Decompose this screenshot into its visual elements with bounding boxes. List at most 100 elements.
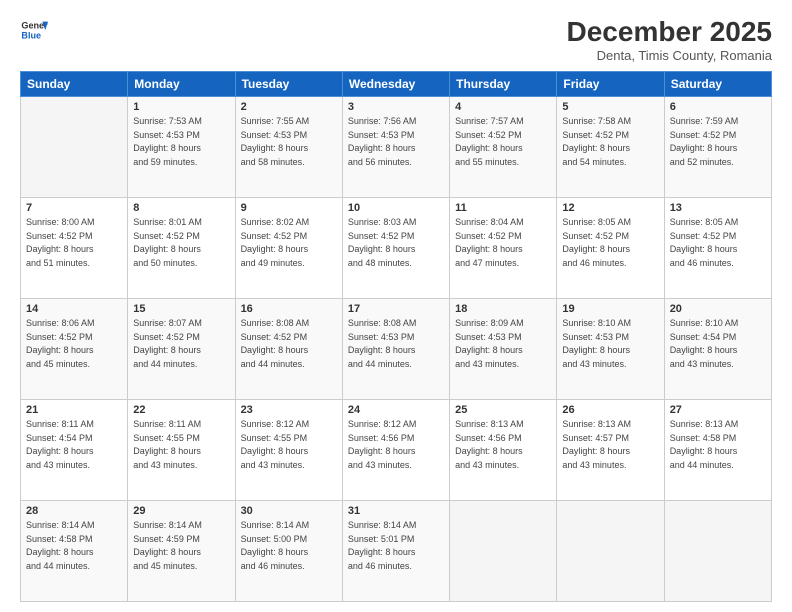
- day-cell: 5 Sunrise: 7:58 AMSunset: 4:52 PMDaylight…: [557, 97, 664, 198]
- day-info: Sunrise: 8:05 AMSunset: 4:52 PMDaylight:…: [562, 216, 658, 270]
- day-cell: 30 Sunrise: 8:14 AMSunset: 5:00 PMDayligh…: [235, 501, 342, 602]
- day-info: Sunrise: 8:14 AMSunset: 5:01 PMDaylight:…: [348, 519, 444, 573]
- week-row-1: 1 Sunrise: 7:53 AMSunset: 4:53 PMDaylight…: [21, 97, 772, 198]
- page: General Blue December 2025 Denta, Timis …: [0, 0, 792, 612]
- day-cell: 8 Sunrise: 8:01 AMSunset: 4:52 PMDaylight…: [128, 198, 235, 299]
- day-cell: 15 Sunrise: 8:07 AMSunset: 4:52 PMDayligh…: [128, 299, 235, 400]
- header-cell-tuesday: Tuesday: [235, 72, 342, 97]
- day-cell: 19 Sunrise: 8:10 AMSunset: 4:53 PMDayligh…: [557, 299, 664, 400]
- day-number: 20: [670, 303, 766, 315]
- header-cell-thursday: Thursday: [450, 72, 557, 97]
- header-cell-saturday: Saturday: [664, 72, 771, 97]
- day-info: Sunrise: 7:53 AMSunset: 4:53 PMDaylight:…: [133, 115, 229, 169]
- day-info: Sunrise: 7:58 AMSunset: 4:52 PMDaylight:…: [562, 115, 658, 169]
- day-number: 9: [241, 202, 337, 214]
- day-cell: 28Sunrise: 8:14 AMSunset: 4:58 PMDayligh…: [21, 501, 128, 602]
- day-info: Sunrise: 8:08 AMSunset: 4:52 PMDaylight:…: [241, 317, 337, 371]
- day-number: 5: [562, 101, 658, 113]
- day-cell: 27 Sunrise: 8:13 AMSunset: 4:58 PMDayligh…: [664, 400, 771, 501]
- day-number: 1: [133, 101, 229, 113]
- logo: General Blue: [20, 16, 48, 44]
- day-number: 18: [455, 303, 551, 315]
- day-cell: 18Sunrise: 8:09 AMSunset: 4:53 PMDayligh…: [450, 299, 557, 400]
- day-info: Sunrise: 8:08 AMSunset: 4:53 PMDaylight:…: [348, 317, 444, 371]
- day-number: 31: [348, 505, 444, 517]
- header-cell-monday: Monday: [128, 72, 235, 97]
- day-info: Sunrise: 8:10 AMSunset: 4:54 PMDaylight:…: [670, 317, 766, 371]
- day-number: 24: [348, 404, 444, 416]
- day-cell: 3 Sunrise: 7:56 AMSunset: 4:53 PMDaylight…: [342, 97, 449, 198]
- day-info: Sunrise: 8:02 AMSunset: 4:52 PMDaylight:…: [241, 216, 337, 270]
- day-cell: 2Sunrise: 7:55 AMSunset: 4:53 PMDaylight…: [235, 97, 342, 198]
- day-number: 26: [562, 404, 658, 416]
- week-row-3: 14 Sunrise: 8:06 AMSunset: 4:52 PMDayligh…: [21, 299, 772, 400]
- day-info: Sunrise: 7:56 AMSunset: 4:53 PMDaylight:…: [348, 115, 444, 169]
- day-info: Sunrise: 8:14 AMSunset: 4:59 PMDaylight:…: [133, 519, 229, 573]
- week-row-4: 21 Sunrise: 8:11 AMSunset: 4:54 PMDayligh…: [21, 400, 772, 501]
- day-number: 28: [26, 505, 122, 517]
- day-number: 15: [133, 303, 229, 315]
- day-info: Sunrise: 8:00 AMSunset: 4:52 PMDaylight:…: [26, 216, 122, 270]
- day-number: 4: [455, 101, 551, 113]
- calendar-body: 1 Sunrise: 7:53 AMSunset: 4:53 PMDaylight…: [21, 97, 772, 602]
- day-number: 25: [455, 404, 551, 416]
- day-number: 16: [241, 303, 337, 315]
- day-cell: 9 Sunrise: 8:02 AMSunset: 4:52 PMDaylight…: [235, 198, 342, 299]
- day-number: 22: [133, 404, 229, 416]
- main-title: December 2025: [567, 16, 772, 48]
- day-number: 7: [26, 202, 122, 214]
- day-info: Sunrise: 8:12 AMSunset: 4:55 PMDaylight:…: [241, 418, 337, 472]
- day-info: Sunrise: 8:13 AMSunset: 4:57 PMDaylight:…: [562, 418, 658, 472]
- day-info: Sunrise: 8:04 AMSunset: 4:52 PMDaylight:…: [455, 216, 551, 270]
- day-info: Sunrise: 8:07 AMSunset: 4:52 PMDaylight:…: [133, 317, 229, 371]
- header-cell-friday: Friday: [557, 72, 664, 97]
- week-row-2: 7 Sunrise: 8:00 AMSunset: 4:52 PMDaylight…: [21, 198, 772, 299]
- day-number: 6: [670, 101, 766, 113]
- day-number: 30: [241, 505, 337, 517]
- day-cell: 17 Sunrise: 8:08 AMSunset: 4:53 PMDayligh…: [342, 299, 449, 400]
- calendar-header: SundayMondayTuesdayWednesdayThursdayFrid…: [21, 72, 772, 97]
- day-cell: [664, 501, 771, 602]
- day-cell: 25 Sunrise: 8:13 AMSunset: 4:56 PMDayligh…: [450, 400, 557, 501]
- day-cell: [557, 501, 664, 602]
- day-info: Sunrise: 8:12 AMSunset: 4:56 PMDaylight:…: [348, 418, 444, 472]
- day-info: Sunrise: 8:05 AMSunset: 4:52 PMDaylight:…: [670, 216, 766, 270]
- day-number: 13: [670, 202, 766, 214]
- calendar-table: SundayMondayTuesdayWednesdayThursdayFrid…: [20, 71, 772, 602]
- day-number: 17: [348, 303, 444, 315]
- header-cell-wednesday: Wednesday: [342, 72, 449, 97]
- day-number: 27: [670, 404, 766, 416]
- day-info: Sunrise: 8:10 AMSunset: 4:53 PMDaylight:…: [562, 317, 658, 371]
- day-number: 23: [241, 404, 337, 416]
- day-number: 11: [455, 202, 551, 214]
- day-info: Sunrise: 8:13 AMSunset: 4:58 PMDaylight:…: [670, 418, 766, 472]
- week-row-5: 28Sunrise: 8:14 AMSunset: 4:58 PMDayligh…: [21, 501, 772, 602]
- svg-text:Blue: Blue: [21, 30, 41, 40]
- day-cell: 31 Sunrise: 8:14 AMSunset: 5:01 PMDayligh…: [342, 501, 449, 602]
- day-cell: 26 Sunrise: 8:13 AMSunset: 4:57 PMDayligh…: [557, 400, 664, 501]
- day-info: Sunrise: 8:13 AMSunset: 4:56 PMDaylight:…: [455, 418, 551, 472]
- day-info: Sunrise: 7:57 AMSunset: 4:52 PMDaylight:…: [455, 115, 551, 169]
- day-info: Sunrise: 8:11 AMSunset: 4:54 PMDaylight:…: [26, 418, 122, 472]
- day-cell: 7 Sunrise: 8:00 AMSunset: 4:52 PMDaylight…: [21, 198, 128, 299]
- day-info: Sunrise: 8:01 AMSunset: 4:52 PMDaylight:…: [133, 216, 229, 270]
- day-number: 19: [562, 303, 658, 315]
- logo-icon: General Blue: [20, 16, 48, 44]
- day-cell: 24 Sunrise: 8:12 AMSunset: 4:56 PMDayligh…: [342, 400, 449, 501]
- day-number: 12: [562, 202, 658, 214]
- day-cell: 4 Sunrise: 7:57 AMSunset: 4:52 PMDaylight…: [450, 97, 557, 198]
- day-cell: 29Sunrise: 8:14 AMSunset: 4:59 PMDayligh…: [128, 501, 235, 602]
- title-area: December 2025 Denta, Timis County, Roman…: [567, 16, 772, 63]
- day-cell: 21 Sunrise: 8:11 AMSunset: 4:54 PMDayligh…: [21, 400, 128, 501]
- day-number: 21: [26, 404, 122, 416]
- day-number: 8: [133, 202, 229, 214]
- subtitle: Denta, Timis County, Romania: [567, 48, 772, 63]
- day-info: Sunrise: 8:11 AMSunset: 4:55 PMDaylight:…: [133, 418, 229, 472]
- header: General Blue December 2025 Denta, Timis …: [20, 16, 772, 63]
- day-number: 14: [26, 303, 122, 315]
- day-info: Sunrise: 8:14 AMSunset: 5:00 PMDaylight:…: [241, 519, 337, 573]
- day-info: Sunrise: 7:55 AMSunset: 4:53 PMDaylight:…: [241, 115, 337, 169]
- day-info: Sunrise: 8:06 AMSunset: 4:52 PMDaylight:…: [26, 317, 122, 371]
- day-number: 3: [348, 101, 444, 113]
- header-cell-sunday: Sunday: [21, 72, 128, 97]
